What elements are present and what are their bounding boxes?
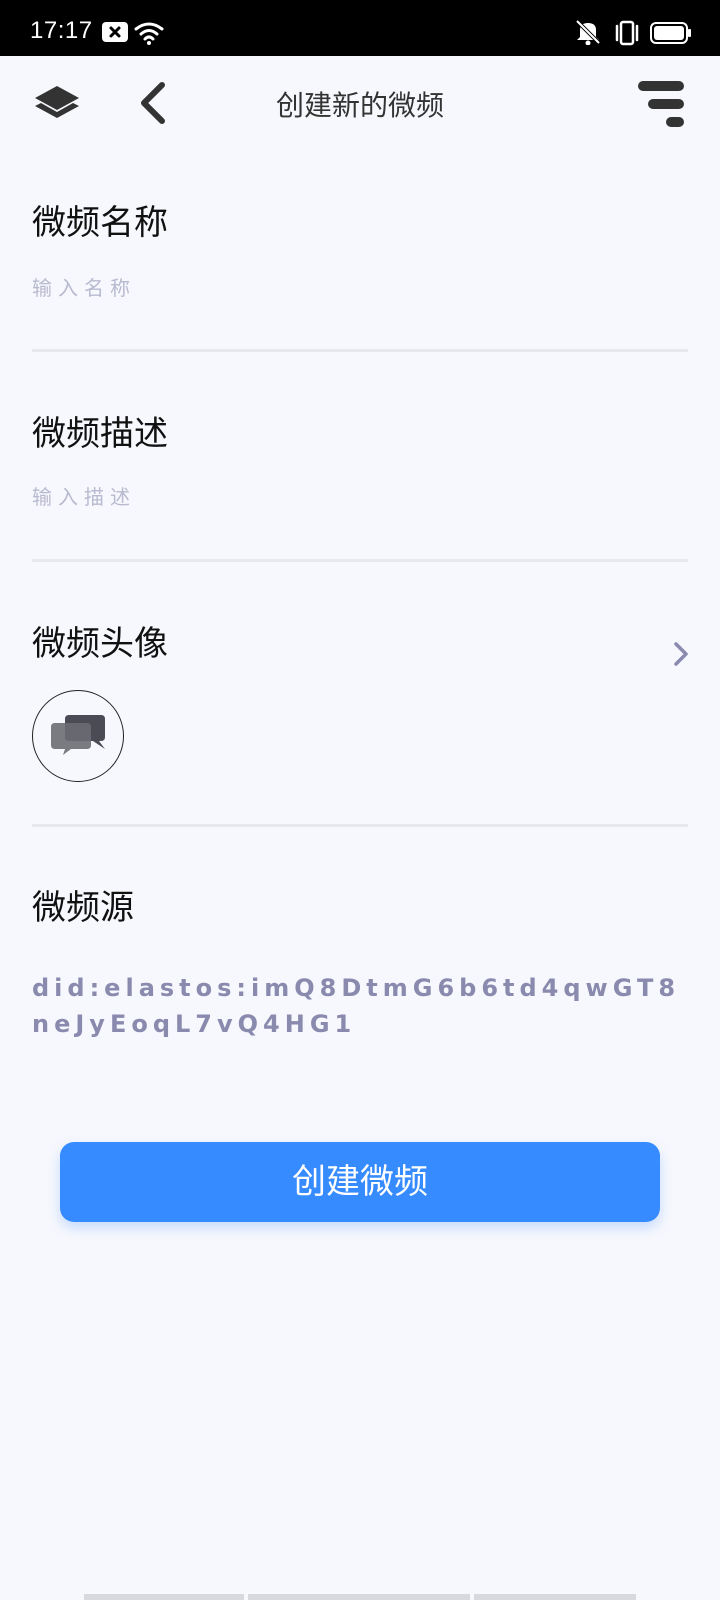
wifi-icon [134, 20, 164, 50]
vibrate-icon [612, 20, 642, 50]
did-text: did:elastos:imQ8DtmG6b6td4qwGT8neJyEoqL7… [32, 974, 681, 1038]
notification-icon [102, 22, 128, 46]
avatar-label: 微频头像 [32, 624, 168, 664]
name-section: 微频名称 [32, 203, 688, 303]
create-button[interactable]: 创建微频 [60, 1142, 660, 1222]
nav-indicator [248, 1594, 470, 1600]
menu-icon[interactable] [636, 79, 686, 133]
battery-icon [650, 22, 692, 48]
nav-indicator [84, 1594, 244, 1600]
description-section: 微频描述 [32, 414, 688, 512]
mute-icon [574, 19, 602, 49]
header: 创建新的微频 [0, 56, 720, 152]
chat-bubbles-icon [49, 713, 107, 759]
source-section: 微频源 [32, 888, 688, 928]
name-label: 微频名称 [32, 203, 168, 243]
divider [32, 559, 688, 562]
avatar[interactable] [32, 690, 124, 782]
divider [32, 349, 688, 352]
source-label: 微频源 [32, 888, 134, 928]
name-input[interactable] [32, 273, 672, 303]
description-input[interactable] [32, 482, 672, 512]
avatar-section: 微频头像 [32, 624, 688, 664]
chevron-right-icon[interactable] [673, 641, 689, 671]
divider [32, 824, 688, 827]
page-title: 创建新的微频 [275, 89, 444, 122]
description-label: 微频描述 [32, 414, 168, 454]
status-bar: 17:17 [0, 0, 720, 56]
status-time: 17:17 [30, 17, 93, 44]
nav-indicator [474, 1594, 636, 1600]
